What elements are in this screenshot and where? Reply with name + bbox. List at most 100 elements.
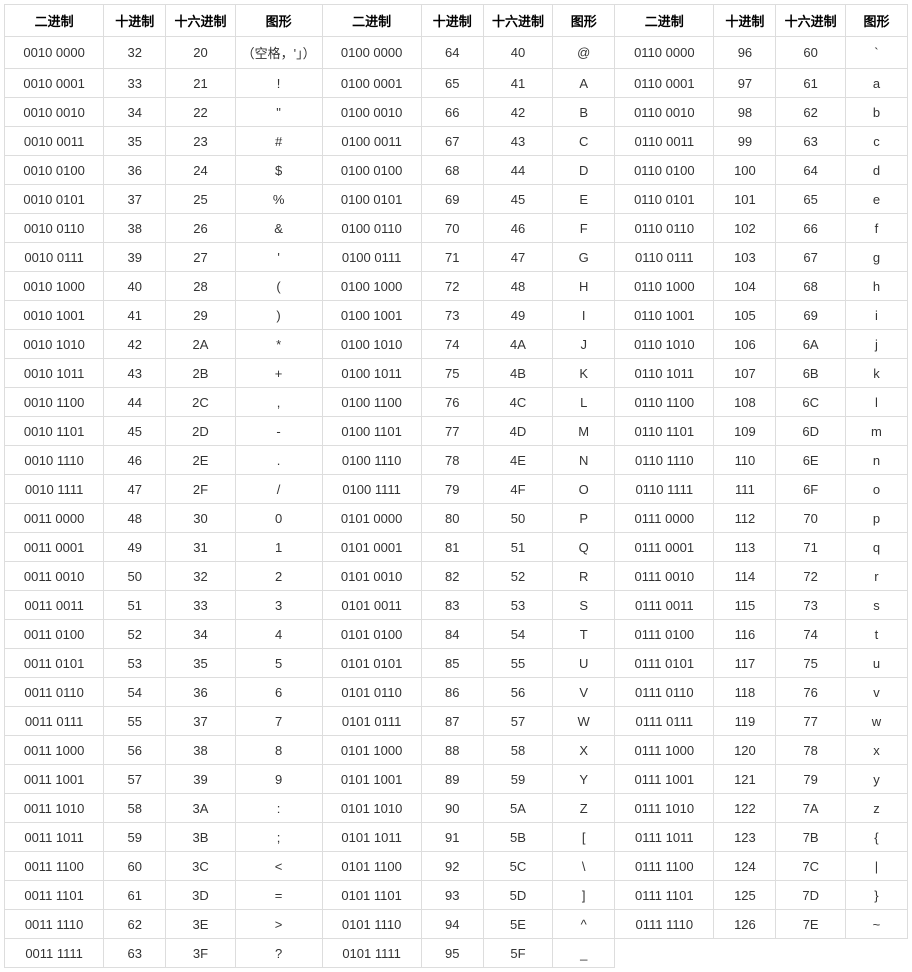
cell-bin: 0101 1100 <box>322 852 421 881</box>
header-bin: 二进制 <box>615 5 714 37</box>
cell-glyph: < <box>235 852 322 881</box>
cell-bin: 0111 0001 <box>615 533 714 562</box>
cell-bin: 0110 0101 <box>615 185 714 214</box>
cell-hex: 30 <box>166 504 235 533</box>
header-glyph: 图形 <box>553 5 615 37</box>
cell-glyph: ~ <box>845 910 907 939</box>
cell-glyph: ` <box>845 37 907 69</box>
cell-bin: 0110 0001 <box>615 69 714 98</box>
cell-glyph: D <box>553 156 615 185</box>
cell-bin: 0010 1001 <box>5 301 104 330</box>
cell-dec: 107 <box>714 359 776 388</box>
cell-hex: 73 <box>776 591 845 620</box>
cell-dec: 109 <box>714 417 776 446</box>
cell-hex: 4C <box>483 388 552 417</box>
cell-bin: 0100 0111 <box>322 243 421 272</box>
cell-glyph: . <box>235 446 322 475</box>
cell-dec: 38 <box>104 214 166 243</box>
cell-hex: 6C <box>776 388 845 417</box>
cell-bin: 0110 0110 <box>615 214 714 243</box>
cell-glyph: x <box>845 736 907 765</box>
cell-dec: 77 <box>421 417 483 446</box>
table-row: 0011 1110623E>0101 1110945E^0111 1110126… <box>5 910 908 939</box>
cell-glyph: S <box>553 591 615 620</box>
cell-glyph: 2 <box>235 562 322 591</box>
cell-bin: 0011 1010 <box>5 794 104 823</box>
cell-dec: 79 <box>421 475 483 504</box>
cell-bin: 0101 0000 <box>322 504 421 533</box>
cell-hex: 68 <box>776 272 845 301</box>
cell-glyph: \ <box>553 852 615 881</box>
cell-hex: 32 <box>166 562 235 591</box>
cell-bin: 0011 0011 <box>5 591 104 620</box>
cell-glyph: | <box>845 852 907 881</box>
cell-hex: 41 <box>483 69 552 98</box>
cell-hex: 49 <box>483 301 552 330</box>
cell-dec: 64 <box>421 37 483 69</box>
cell-bin: 0100 1000 <box>322 272 421 301</box>
table-row: 0010 01013725%0100 01016945E0110 0101101… <box>5 185 908 214</box>
cell-hex: 71 <box>776 533 845 562</box>
cell-glyph: d <box>845 156 907 185</box>
cell-hex: 7D <box>776 881 845 910</box>
table-row: 0010 00003220（空格，'」）0100 00006440@0110 0… <box>5 37 908 69</box>
cell-glyph: 9 <box>235 765 322 794</box>
cell-hex: 48 <box>483 272 552 301</box>
cell-bin: 0100 0000 <box>322 37 421 69</box>
cell-hex: 47 <box>483 243 552 272</box>
table-row: 0011 1011593B;0101 1011915B[0111 1011123… <box>5 823 908 852</box>
cell-dec: 60 <box>104 852 166 881</box>
cell-dec: 63 <box>104 939 166 968</box>
table-header: 二进制 十进制 十六进制 图形 二进制 十进制 十六进制 图形 二进制 十进制 … <box>5 5 908 37</box>
cell-dec: 40 <box>104 272 166 301</box>
cell-bin: 0111 1110 <box>615 910 714 939</box>
cell-dec: 86 <box>421 678 483 707</box>
cell-hex: 5D <box>483 881 552 910</box>
cell-hex: 5C <box>483 852 552 881</box>
header-hex: 十六进制 <box>776 5 845 37</box>
cell-glyph: k <box>845 359 907 388</box>
cell-glyph: W <box>553 707 615 736</box>
cell-hex: 66 <box>776 214 845 243</box>
cell-dec: 71 <box>421 243 483 272</box>
cell-dec: 35 <box>104 127 166 156</box>
cell-hex: 60 <box>776 37 845 69</box>
cell-glyph: & <box>235 214 322 243</box>
cell-hex: 35 <box>166 649 235 678</box>
cell-dec: 54 <box>104 678 166 707</box>
cell-bin: 0010 1011 <box>5 359 104 388</box>
cell-glyph: u <box>845 649 907 678</box>
cell-hex: 4F <box>483 475 552 504</box>
cell-hex: 2C <box>166 388 235 417</box>
cell-glyph: / <box>235 475 322 504</box>
cell-dec: 57 <box>104 765 166 794</box>
cell-dec: 34 <box>104 98 166 127</box>
cell-dec: 97 <box>714 69 776 98</box>
cell-bin: 0100 0010 <box>322 98 421 127</box>
cell-dec: 100 <box>714 156 776 185</box>
cell-hex: 78 <box>776 736 845 765</box>
cell-dec: 32 <box>104 37 166 69</box>
cell-glyph: z <box>845 794 907 823</box>
cell-glyph: e <box>845 185 907 214</box>
header-dec: 十进制 <box>104 5 166 37</box>
cell-glyph: j <box>845 330 907 359</box>
cell-hex: 23 <box>166 127 235 156</box>
cell-bin: 0111 0111 <box>615 707 714 736</box>
cell-glyph: H <box>553 272 615 301</box>
cell-hex: 4A <box>483 330 552 359</box>
cell-glyph: : <box>235 794 322 823</box>
cell-dec: 81 <box>421 533 483 562</box>
cell-glyph: v <box>845 678 907 707</box>
cell-dec: 67 <box>421 127 483 156</box>
cell-dec: 118 <box>714 678 776 707</box>
cell-dec: 68 <box>421 156 483 185</box>
cell-bin: 0100 0101 <box>322 185 421 214</box>
cell-hex: 45 <box>483 185 552 214</box>
cell-bin: 0100 1100 <box>322 388 421 417</box>
cell-bin: 0010 1000 <box>5 272 104 301</box>
cell-dec: 70 <box>421 214 483 243</box>
header-hex: 十六进制 <box>483 5 552 37</box>
cell-glyph: 4 <box>235 620 322 649</box>
cell-glyph: ' <box>235 243 322 272</box>
